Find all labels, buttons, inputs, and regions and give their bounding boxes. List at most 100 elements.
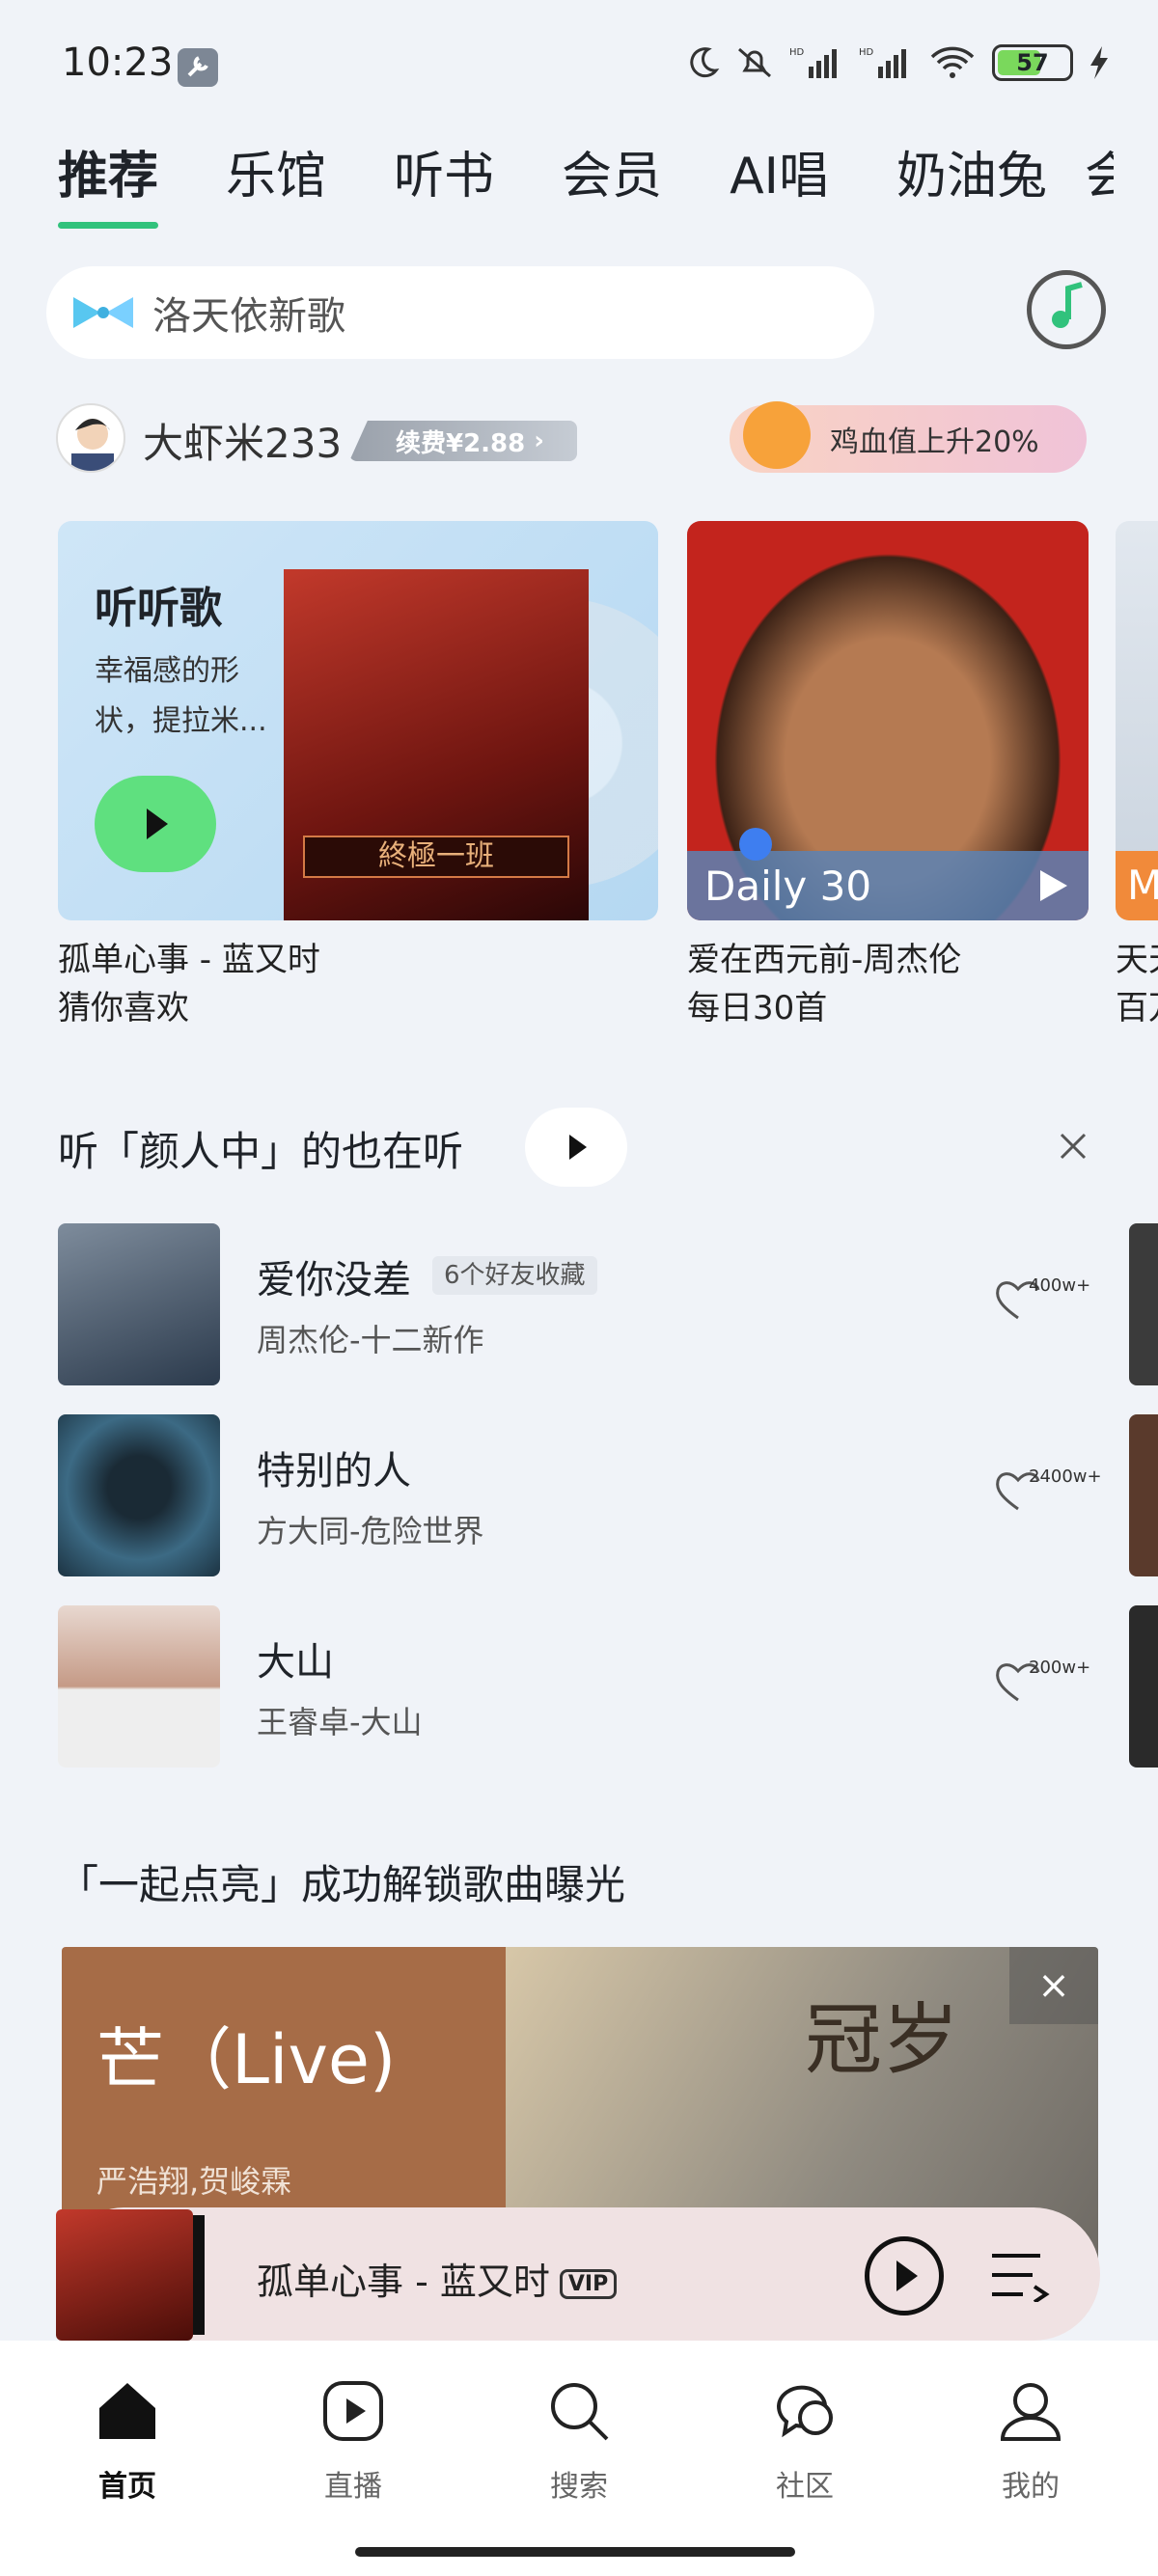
avatar[interactable] bbox=[56, 403, 125, 473]
close-icon[interactable] bbox=[1056, 1129, 1090, 1164]
card1-caption-sub: 猜你喜欢 bbox=[58, 989, 189, 1028]
bottom-nav: 首页 直播 搜索 社区 我的 bbox=[0, 2341, 1158, 2576]
indicator-dot bbox=[739, 828, 772, 861]
music-recognize-button[interactable] bbox=[1027, 270, 1106, 349]
card2-caption-title: 爱在西元前-周杰伦 bbox=[687, 941, 962, 979]
status-bar: 10:23 HD HD 57 bbox=[0, 0, 1158, 135]
tab-music-hall[interactable]: 乐馆 bbox=[226, 135, 326, 207]
song-row[interactable]: 爱你没差 6个好友收藏 周杰伦-十二新作 400w+ bbox=[58, 1223, 1100, 1387]
song-name: 爱你没差 bbox=[257, 1258, 411, 1302]
banner-artists: 严浩翔,贺峻霖 bbox=[96, 2163, 292, 2200]
card3-caption-title: 天天 bbox=[1116, 941, 1158, 979]
player-play-button[interactable] bbox=[865, 2236, 944, 2316]
listen-play-button[interactable] bbox=[95, 776, 216, 872]
renew-badge[interactable]: 续费¥2.88 › bbox=[349, 421, 577, 461]
card-peek-tag: M bbox=[1116, 851, 1158, 920]
search-placeholder: 洛天依新歌 bbox=[152, 294, 345, 339]
like-count: 400w+ bbox=[1029, 1275, 1091, 1296]
banner-section-title: 「一起点亮」成功解锁歌曲曝光 bbox=[58, 1861, 626, 1908]
community-icon bbox=[776, 2385, 833, 2438]
battery-indicator: 57 bbox=[992, 44, 1073, 81]
card-caption: 孤单心事 - 蓝又时 猜你喜欢 bbox=[58, 936, 320, 1032]
player-title-row[interactable]: 孤单心事 - 蓝又时 VIP bbox=[257, 2252, 618, 2305]
song-artist: 周杰伦-十二新作 bbox=[257, 1322, 484, 1358]
tab-recommend[interactable]: 推荐 bbox=[58, 135, 159, 229]
promo-text: 鸡血值上升20% bbox=[830, 425, 1039, 459]
card1-caption-title: 孤单心事 - 蓝又时 bbox=[58, 941, 320, 979]
search-bar[interactable]: 洛天依新歌 bbox=[46, 266, 874, 359]
wrench-icon bbox=[178, 48, 218, 87]
daily30-label: Daily 30 bbox=[687, 851, 1089, 920]
card3-caption-sub: 百万 bbox=[1116, 989, 1158, 1028]
song-row[interactable]: 大山 王睿卓-大山 200w+ bbox=[58, 1605, 1100, 1769]
status-time: 10:23 bbox=[62, 41, 174, 85]
svg-text:HD: HD bbox=[789, 47, 805, 58]
home-indicator[interactable] bbox=[355, 2547, 795, 2557]
renew-label: 续费¥2.88 bbox=[396, 428, 526, 458]
tab-cream-rabbit[interactable]: 奶油兔 bbox=[896, 135, 1047, 207]
nav-community[interactable]: 社区 bbox=[737, 2377, 872, 2505]
signal-icon: HD bbox=[789, 47, 837, 78]
mute-icon bbox=[738, 47, 771, 78]
song-row[interactable]: 特别的人 方大同-危险世界 2400w+ bbox=[58, 1414, 1102, 1578]
charging-icon bbox=[1090, 46, 1108, 79]
svg-text:HD: HD bbox=[859, 47, 874, 58]
top-tab-bar: 推荐 乐馆 听书 会员 AI唱 奶油兔 bbox=[58, 135, 1047, 229]
nav-search[interactable]: 搜索 bbox=[511, 2377, 647, 2505]
search-icon bbox=[551, 2383, 609, 2441]
nav-live[interactable]: 直播 bbox=[286, 2377, 421, 2505]
song-artist: 王睿卓-大山 bbox=[257, 1704, 423, 1740]
album-cover: 終極一班 bbox=[284, 569, 589, 920]
section-play-button[interactable] bbox=[525, 1108, 627, 1187]
banner-crown-text: 冠岁 bbox=[805, 1995, 959, 2085]
nav-search-label: 搜索 bbox=[550, 2470, 608, 2504]
banner-song: 芒（Live) bbox=[96, 2020, 397, 2099]
song-name: 大山 bbox=[257, 1640, 334, 1685]
nav-profile[interactable]: 我的 bbox=[963, 2377, 1098, 2505]
listen-card-title: 听听歌 bbox=[95, 584, 222, 633]
nav-home-label: 首页 bbox=[98, 2470, 156, 2504]
play-icon bbox=[569, 1135, 587, 1160]
listen-card[interactable]: 听听歌 幸福感的形状，提拉米... 終極一班 bbox=[58, 521, 658, 920]
tab-ai-sing[interactable]: AI唱 bbox=[730, 135, 829, 207]
song-peek[interactable] bbox=[1129, 1223, 1158, 1385]
tab-overflow[interactable]: 会 bbox=[1085, 135, 1114, 203]
card-peek[interactable]: M bbox=[1116, 521, 1158, 920]
daily30-card[interactable]: Daily 30 bbox=[687, 521, 1089, 920]
play-icon bbox=[147, 808, 168, 839]
player-cover[interactable] bbox=[56, 2209, 193, 2341]
listen-card-desc: 幸福感的形状，提拉米... bbox=[95, 654, 267, 738]
nav-community-label: 社区 bbox=[776, 2470, 834, 2504]
song-cover bbox=[58, 1223, 220, 1385]
signal-icon-2: HD bbox=[859, 47, 906, 78]
tab-member[interactable]: 会员 bbox=[562, 135, 662, 207]
song-peek[interactable] bbox=[1129, 1605, 1158, 1768]
tab-audiobook[interactable]: 听书 bbox=[394, 135, 494, 207]
nav-home[interactable]: 首页 bbox=[60, 2377, 195, 2505]
friend-badge: 6个好友收藏 bbox=[432, 1256, 597, 1295]
bow-logo-icon bbox=[73, 297, 133, 328]
play-icon bbox=[896, 2261, 918, 2291]
song-peek[interactable] bbox=[1129, 1414, 1158, 1576]
like-count: 2400w+ bbox=[1029, 1466, 1102, 1487]
album-text: 終極一班 bbox=[303, 836, 569, 878]
vip-badge: VIP bbox=[559, 2269, 618, 2299]
battery-level: 57 bbox=[1016, 49, 1049, 76]
nav-live-label: 直播 bbox=[324, 2470, 382, 2504]
like-count: 200w+ bbox=[1029, 1658, 1091, 1678]
playlist-icon[interactable] bbox=[990, 2248, 1050, 2302]
username[interactable]: 大虾米233 bbox=[143, 411, 342, 470]
profile-icon bbox=[1000, 2383, 1062, 2441]
song-artist: 方大同-危险世界 bbox=[257, 1513, 484, 1549]
wifi-icon bbox=[930, 46, 975, 78]
live-icon bbox=[323, 2381, 383, 2441]
play-icon bbox=[1040, 870, 1067, 901]
song-cover bbox=[58, 1414, 220, 1576]
promo-pill[interactable]: 鸡血值上升20% bbox=[730, 401, 1087, 473]
music-note-icon bbox=[1052, 282, 1083, 328]
player-title: 孤单心事 - 蓝又时 bbox=[257, 2261, 550, 2303]
star-eyes-emoji-icon bbox=[743, 401, 811, 469]
banner-close-button[interactable]: × bbox=[1009, 1947, 1098, 2024]
song-name: 特别的人 bbox=[257, 1449, 411, 1494]
song-cover bbox=[58, 1605, 220, 1768]
